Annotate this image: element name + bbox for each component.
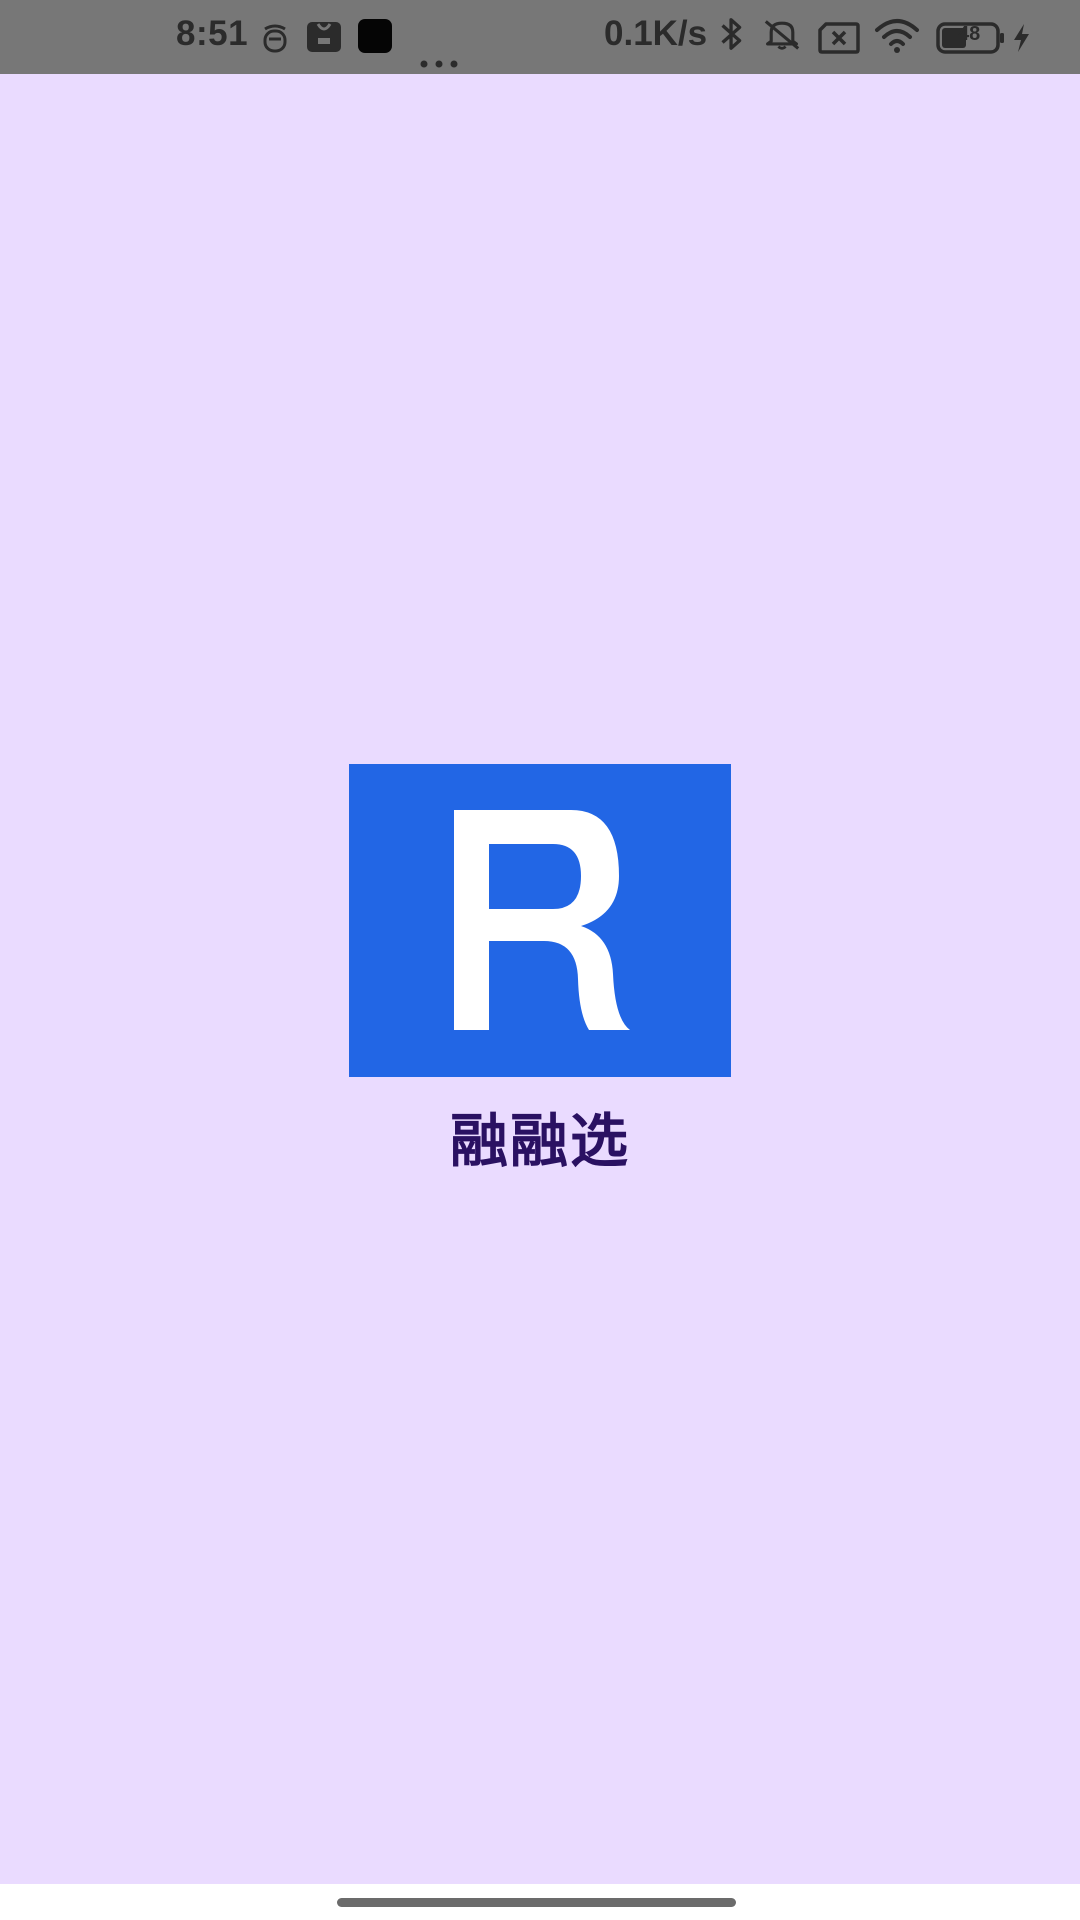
notification-app-icon — [263, 24, 287, 53]
app-logo — [349, 764, 731, 1077]
app-name: 融融选 — [449, 1107, 630, 1175]
battery-level: 48 — [958, 23, 981, 45]
letter-r-icon — [454, 810, 630, 1030]
mute-bell-icon — [764, 20, 800, 50]
status-time: 8:51 — [176, 14, 249, 53]
no-sim-icon — [818, 22, 860, 54]
wifi-icon — [875, 19, 919, 53]
charging-bolt-icon — [1014, 24, 1029, 52]
navigation-bar — [0, 1884, 1080, 1920]
home-indicator[interactable] — [337, 1898, 736, 1907]
splash-screen: 融融选 — [0, 74, 1080, 1884]
shopping-bag-icon — [307, 22, 341, 52]
bluetooth-icon — [721, 18, 742, 50]
network-speed: 0.1K/s — [604, 14, 708, 53]
screen: 8:51 0.1K/s 48 融融选 — [0, 0, 1080, 1920]
status-bar: 8:51 0.1K/s 48 — [0, 0, 1080, 74]
black-square-app-icon — [358, 19, 392, 53]
